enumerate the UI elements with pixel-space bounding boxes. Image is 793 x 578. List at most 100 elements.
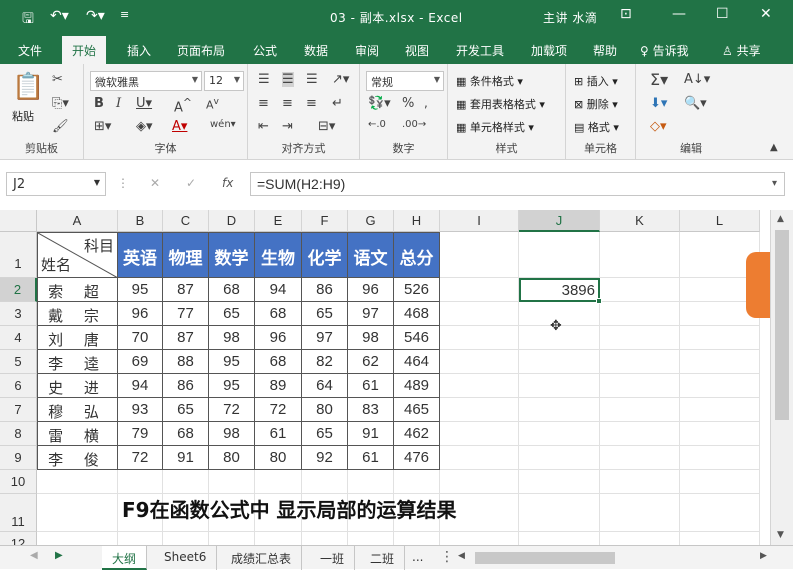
name-box[interactable]: J2 ▼ [6, 172, 106, 196]
tab-review[interactable]: 审阅 [355, 42, 379, 59]
score-cell[interactable]: 96 [348, 278, 394, 302]
empty-cell[interactable] [255, 470, 302, 494]
cut-icon[interactable]: ✂ [52, 72, 63, 87]
empty-cell[interactable] [680, 350, 760, 374]
score-cell[interactable]: 77 [163, 302, 209, 326]
align-center-icon[interactable]: ≡ [282, 96, 293, 111]
empty-cell[interactable] [680, 398, 760, 422]
comma-style-icon[interactable]: , [424, 96, 428, 110]
tab-addins[interactable]: 加载项 [531, 42, 567, 59]
student-name[interactable]: 穆 弘 [37, 398, 118, 422]
font-color-icon[interactable]: A▾ [172, 119, 187, 134]
score-cell[interactable]: 65 [209, 302, 255, 326]
score-cell[interactable]: 72 [209, 398, 255, 422]
prev-sheet-icon[interactable]: ◀ [30, 550, 38, 561]
sheet-tab-outline[interactable]: 大纲 [102, 546, 148, 570]
tab-formulas[interactable]: 公式 [253, 42, 277, 59]
score-cell[interactable]: 62 [348, 350, 394, 374]
score-cell[interactable]: 476 [394, 446, 440, 470]
empty-cell[interactable] [348, 532, 394, 545]
empty-cell[interactable] [440, 302, 519, 326]
scroll-up-icon[interactable]: ▲ [777, 214, 784, 224]
score-cell[interactable]: 91 [348, 422, 394, 446]
font-size-select[interactable]: 12 ▼ [204, 71, 244, 91]
empty-cell[interactable] [600, 350, 680, 374]
score-cell[interactable]: 464 [394, 350, 440, 374]
empty-cell[interactable] [600, 446, 680, 470]
fill-color-icon[interactable]: ◈▾ [136, 119, 153, 134]
row-header[interactable]: 1 [0, 232, 37, 278]
column-header[interactable]: H [394, 210, 440, 232]
empty-cell[interactable] [209, 470, 255, 494]
column-header[interactable]: C [163, 210, 209, 232]
autosum-icon[interactable]: Σ▾ [650, 70, 668, 89]
score-cell[interactable]: 87 [163, 278, 209, 302]
empty-cell[interactable] [394, 532, 440, 545]
number-format-select[interactable]: 常规 ▼ [366, 71, 444, 91]
empty-cell[interactable] [440, 398, 519, 422]
empty-cell[interactable] [394, 470, 440, 494]
score-cell[interactable]: 70 [118, 326, 163, 350]
student-name[interactable]: 李 俊 [37, 446, 118, 470]
next-sheet-icon[interactable]: ▶ [55, 550, 63, 561]
empty-cell[interactable] [519, 350, 600, 374]
font-name-select[interactable]: 微软雅黑 ▼ [90, 71, 202, 91]
scroll-down-icon[interactable]: ▼ [777, 530, 784, 540]
score-cell[interactable]: 65 [302, 302, 348, 326]
score-cell[interactable]: 98 [348, 326, 394, 350]
column-header[interactable]: G [348, 210, 394, 232]
formula-bar-options-icon[interactable]: ⋮ [117, 176, 129, 190]
increase-font-icon[interactable]: A^ [174, 96, 192, 115]
enter-icon[interactable]: ✓ [186, 176, 196, 190]
fill-handle[interactable] [596, 298, 602, 304]
empty-cell[interactable] [680, 374, 760, 398]
hscroll-right-icon[interactable]: ▶ [760, 551, 767, 561]
column-header[interactable]: D [209, 210, 255, 232]
underline-icon[interactable]: U▾ [136, 96, 152, 111]
phonetic-icon[interactable]: wén▾ [210, 119, 236, 130]
score-cell[interactable]: 65 [302, 422, 348, 446]
close-button[interactable]: ✕ [760, 6, 772, 22]
empty-cell[interactable] [680, 326, 760, 350]
empty-cell[interactable] [209, 532, 255, 545]
empty-cell[interactable] [255, 532, 302, 545]
row-header[interactable]: 7 [0, 398, 37, 422]
empty-cell[interactable] [519, 446, 600, 470]
empty-cell[interactable] [519, 232, 600, 278]
orientation-icon[interactable]: ↗▾ [332, 72, 349, 87]
score-cell[interactable]: 86 [302, 278, 348, 302]
empty-cell[interactable] [680, 446, 760, 470]
tab-insert[interactable]: 插入 [127, 42, 151, 59]
student-name[interactable]: 雷 横 [37, 422, 118, 446]
empty-cell[interactable] [37, 532, 118, 545]
clear-icon[interactable]: ◇▾ [650, 119, 667, 134]
score-cell[interactable]: 72 [255, 398, 302, 422]
row-header[interactable]: 2 [0, 278, 37, 302]
empty-cell[interactable] [302, 532, 348, 545]
increase-decimal-icon[interactable]: ←.0 [368, 119, 386, 130]
accounting-icon[interactable]: 💱▾ [368, 96, 391, 111]
column-header[interactable]: K [600, 210, 680, 232]
decrease-decimal-icon[interactable]: .00→ [402, 119, 426, 130]
align-middle-icon[interactable]: ☰ [282, 72, 294, 87]
tab-developer[interactable]: 开发工具 [456, 42, 504, 59]
row-header[interactable]: 12 [0, 532, 37, 545]
column-header[interactable]: A [37, 210, 118, 232]
column-header[interactable]: E [255, 210, 302, 232]
student-name[interactable]: 史 进 [37, 374, 118, 398]
conditional-formatting-button[interactable]: ▦ 条件格式 ▾ [456, 73, 523, 89]
hscroll-left-icon[interactable]: ◀ [458, 551, 465, 561]
student-name[interactable]: 戴 宗 [37, 302, 118, 326]
format-cells-button[interactable]: ▤ 格式 ▾ [574, 119, 619, 135]
wrap-text-icon[interactable]: ↵ [332, 96, 343, 111]
score-cell[interactable]: 88 [163, 350, 209, 374]
share-button[interactable]: ♙ 共享 [722, 42, 761, 59]
empty-cell[interactable] [348, 470, 394, 494]
empty-cell[interactable] [440, 470, 519, 494]
empty-cell[interactable] [519, 494, 600, 532]
insert-cells-button[interactable]: ⊞ 插入 ▾ [574, 73, 618, 89]
selected-cell-j2[interactable]: 3896 [519, 278, 600, 302]
worksheet-grid[interactable]: ABCDEFGHIJKL 1 2 3 4 5 6 7 8 9 10 11 12 英语 物理 数学 生物 化学语… [0, 210, 770, 545]
italic-icon[interactable]: I [116, 96, 121, 111]
empty-cell[interactable] [519, 398, 600, 422]
